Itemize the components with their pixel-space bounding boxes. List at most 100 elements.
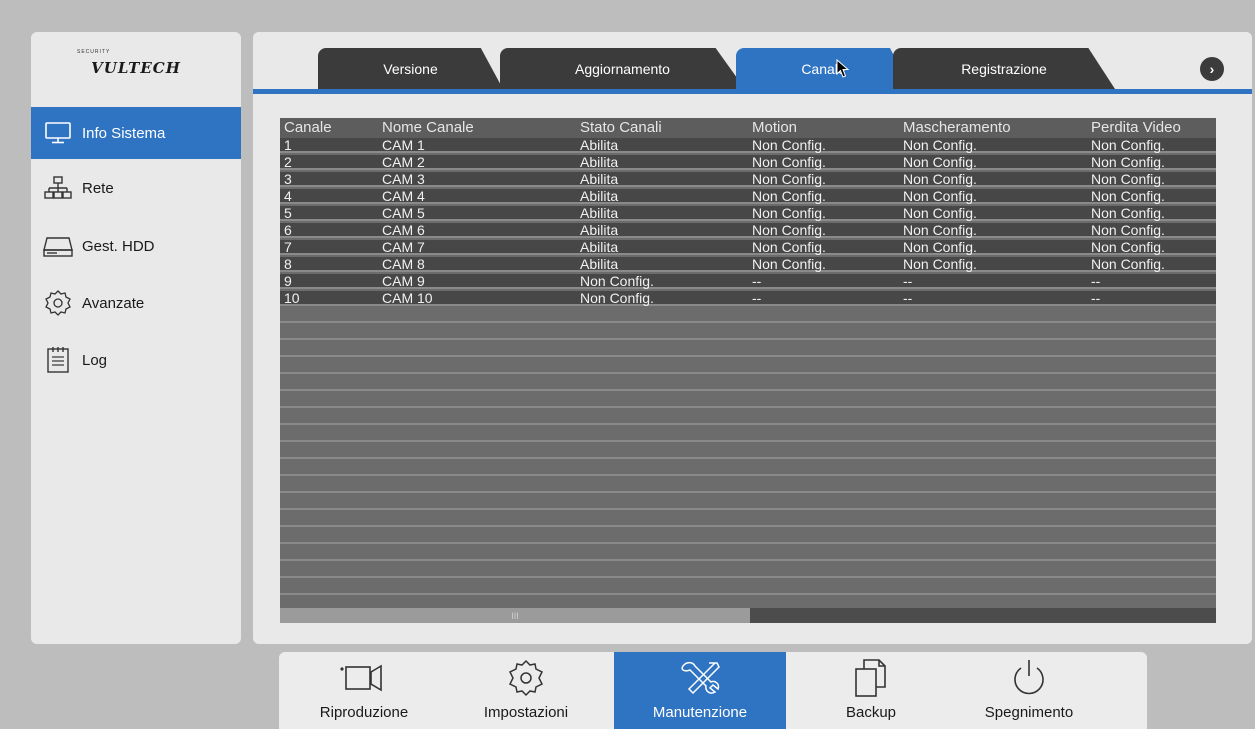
bottom-menu-bar: Riproduzione Impostazioni Manutenzione B…	[279, 652, 1147, 729]
chevron-right-icon: ›	[1209, 61, 1215, 77]
column-header: Motion	[752, 119, 798, 136]
table-cell: CAM 10	[382, 291, 433, 306]
table-cell: Abilita	[580, 206, 619, 221]
empty-table-row	[280, 342, 1216, 357]
table-header: Canale Nome Canale Stato Canali Motion M…	[280, 118, 1216, 138]
table-cell: --	[1091, 291, 1101, 306]
empty-table-row	[280, 427, 1216, 442]
menu-spegnimento[interactable]: Spegnimento	[951, 652, 1107, 729]
sidebar: VULTECH SECURITY Info Sistema Rete Gest.…	[31, 32, 241, 644]
empty-table-row	[280, 546, 1216, 561]
table-cell: Non Config.	[903, 206, 977, 221]
table-cell: Non Config.	[580, 291, 654, 306]
menu-backup[interactable]: Backup	[803, 652, 939, 729]
table-cell: CAM 3	[382, 172, 425, 187]
sidebar-item-avanzate[interactable]: Avanzate	[31, 277, 241, 329]
gear-icon	[43, 290, 73, 316]
table-cell: 3	[284, 172, 292, 187]
table-cell: Abilita	[580, 138, 619, 153]
table-cell: CAM 6	[382, 223, 425, 238]
table-row[interactable]: 10 CAM 10 Non Config. -- -- --	[280, 291, 1216, 306]
table-cell: Non Config.	[903, 223, 977, 238]
copy-files-icon	[851, 658, 891, 698]
logo-text: VULTECH	[91, 59, 181, 77]
table-cell: Non Config.	[1091, 257, 1165, 272]
table-cell: 10	[284, 291, 300, 306]
table-cell: 8	[284, 257, 292, 272]
empty-table-row	[280, 478, 1216, 493]
menu-label: Backup	[845, 704, 897, 721]
menu-impostazioni[interactable]: Impostazioni	[455, 652, 597, 729]
table-cell: 9	[284, 274, 292, 289]
tab-bar: Versione Aggiornamento Canale Registrazi…	[253, 32, 1252, 94]
empty-table-row	[280, 325, 1216, 340]
table-cell: Non Config.	[903, 155, 977, 170]
table-row[interactable]: 7 CAM 7 Abilita Non Config. Non Config. Non C…	[280, 240, 1216, 255]
table-cell: 2	[284, 155, 292, 170]
table-cell: Abilita	[580, 223, 619, 238]
table-cell: Abilita	[580, 189, 619, 204]
table-cell: Non Config.	[752, 138, 826, 153]
empty-table-row	[280, 393, 1216, 408]
sidebar-item-log[interactable]: Log	[31, 334, 241, 386]
table-row[interactable]: 9 CAM 9 Non Config. -- -- --	[280, 274, 1216, 289]
table-cell: Non Config.	[580, 274, 654, 289]
tab-aggiornamento[interactable]: Aggiornamento	[500, 48, 745, 89]
menu-riproduzione[interactable]: Riproduzione	[281, 652, 447, 729]
channel-table: Canale Nome Canale Stato Canali Motion M…	[280, 118, 1216, 623]
sidebar-item-label: Avanzate	[82, 294, 145, 312]
table-cell: Non Config.	[752, 223, 826, 238]
tab-registrazione[interactable]: Registrazione	[893, 48, 1115, 89]
table-cell: Non Config.	[903, 172, 977, 187]
empty-table-row	[280, 308, 1216, 323]
table-row[interactable]: 5 CAM 5 Abilita Non Config. Non Config. Non C…	[280, 206, 1216, 221]
table-cell: Non Config.	[1091, 189, 1165, 204]
table-row[interactable]: 6 CAM 6 Abilita Non Config. Non Config. Non C…	[280, 223, 1216, 238]
column-header: Mascheramento	[903, 119, 1011, 136]
sidebar-item-label: Rete	[82, 179, 114, 197]
table-cell: Abilita	[580, 240, 619, 255]
table-cell: Abilita	[580, 155, 619, 170]
table-cell: Abilita	[580, 172, 619, 187]
table-cell: Non Config.	[903, 240, 977, 255]
table-cell: Non Config.	[752, 240, 826, 255]
empty-table-row	[280, 529, 1216, 544]
tab-label: Aggiornamento	[575, 60, 670, 77]
sidebar-item-gest-hdd[interactable]: Gest. HDD	[31, 220, 241, 272]
power-icon	[1008, 658, 1050, 698]
tab-versione[interactable]: Versione	[318, 48, 503, 89]
table-cell: Non Config.	[903, 257, 977, 272]
table-cell: CAM 5	[382, 206, 425, 221]
gear-icon	[506, 658, 546, 698]
table-row[interactable]: 3 CAM 3 Abilita Non Config. Non Config. Non C…	[280, 172, 1216, 187]
table-cell: Non Config.	[752, 155, 826, 170]
table-cell: Abilita	[580, 257, 619, 272]
table-cell: Non Config.	[1091, 223, 1165, 238]
menu-manutenzione[interactable]: Manutenzione	[614, 652, 786, 729]
table-cell: Non Config.	[752, 189, 826, 204]
logo-subtext: SECURITY	[77, 49, 111, 55]
table-row[interactable]: 2 CAM 2 Abilita Non Config. Non Config. Non C…	[280, 155, 1216, 170]
table-cell: Non Config.	[1091, 206, 1165, 221]
column-header: Perdita Video	[1091, 119, 1181, 136]
table-cell: CAM 8	[382, 257, 425, 272]
horizontal-scrollbar[interactable]: III	[280, 608, 1216, 623]
empty-table-row	[280, 359, 1216, 374]
sidebar-item-info-sistema[interactable]: Info Sistema	[31, 107, 241, 159]
table-cell: Non Config.	[752, 172, 826, 187]
table-row[interactable]: 8 CAM 8 Abilita Non Config. Non Config. Non C…	[280, 257, 1216, 272]
table-cell: Non Config.	[903, 138, 977, 153]
table-row[interactable]: 1 CAM 1 Abilita Non Config. Non Config. Non C…	[280, 138, 1216, 153]
sidebar-item-label: Info Sistema	[82, 124, 166, 142]
menu-label: Riproduzione	[319, 704, 409, 721]
table-row[interactable]: 4 CAM 4 Abilita Non Config. Non Config. Non C…	[280, 189, 1216, 204]
scrollbar-thumb[interactable]: III	[280, 608, 750, 623]
tab-canale[interactable]: Canale	[736, 48, 911, 89]
tab-next-button[interactable]: ›	[1200, 57, 1224, 81]
sidebar-item-rete[interactable]: Rete	[31, 162, 241, 214]
mouse-cursor-icon	[836, 59, 850, 78]
empty-table-row	[280, 376, 1216, 391]
column-header: Nome Canale	[382, 119, 474, 136]
table-cell: CAM 7	[382, 240, 425, 255]
table-cell: Non Config.	[1091, 172, 1165, 187]
